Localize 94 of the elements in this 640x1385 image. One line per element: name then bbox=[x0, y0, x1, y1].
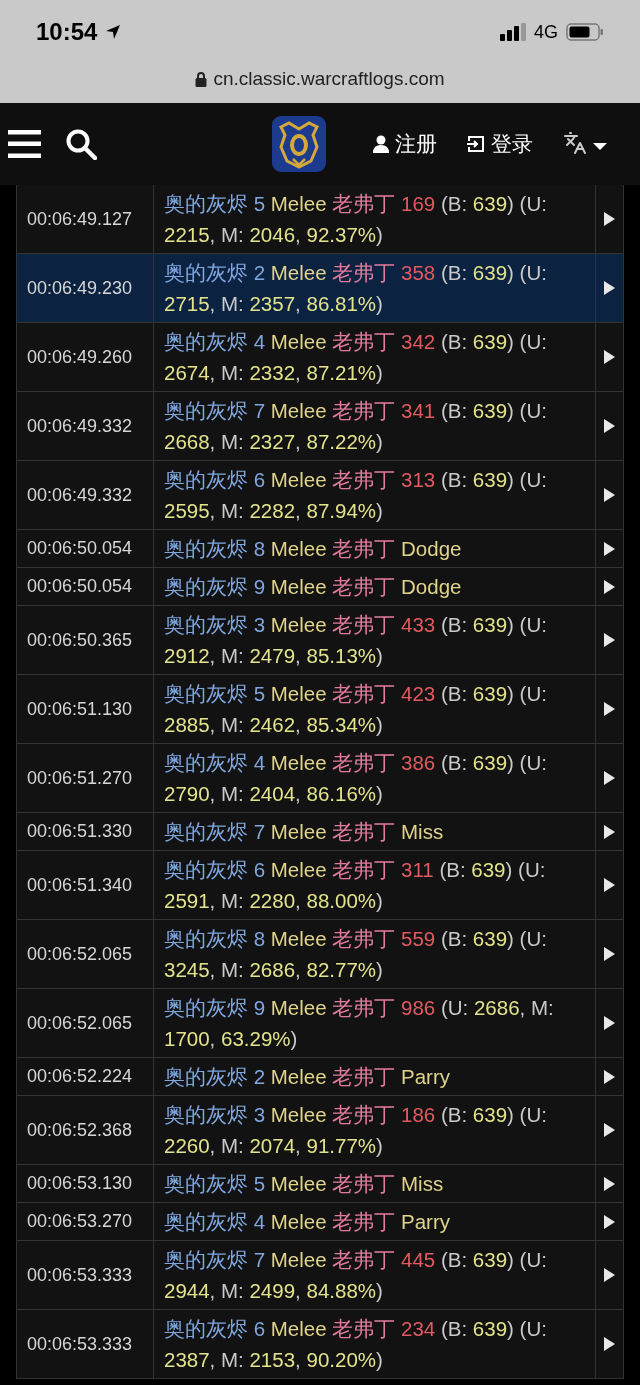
event-row[interactable]: 00:06:53.130 奥的灰烬 5 Melee 老弗丁 Miss bbox=[17, 1165, 624, 1203]
event-row[interactable]: 00:06:50.365 奥的灰烬 3 Melee 老弗丁 433 (B: 639) (U: 2912, M: 2479, 85.13%) bbox=[17, 606, 624, 675]
expand-arrow-icon[interactable] bbox=[604, 633, 615, 647]
event-row[interactable]: 00:06:53.333 奥的灰烬 7 Melee 老弗丁 445 (B: 639) (U: 2944, M: 2499, 84.88%) bbox=[17, 1241, 624, 1310]
event-time: 00:06:51.340 bbox=[17, 851, 154, 919]
event-description: 奥的灰烬 7 Melee 老弗丁 445 (B: 639) (U: 2944, M: 2499, 84.88%) bbox=[154, 1241, 596, 1309]
location-arrow-icon bbox=[105, 24, 122, 40]
event-time: 00:06:49.127 bbox=[17, 185, 154, 253]
event-time: 00:06:49.230 bbox=[17, 254, 154, 322]
expand-arrow-icon[interactable] bbox=[604, 702, 615, 716]
event-description: 奥的灰烬 5 Melee 老弗丁 169 (B: 639) (U: 2215, M: 2046, 92.37%) bbox=[154, 185, 596, 253]
event-time: 00:06:53.270 bbox=[17, 1203, 154, 1240]
expand-arrow-icon[interactable] bbox=[604, 1268, 615, 1282]
expand-arrow-icon[interactable] bbox=[604, 281, 615, 295]
expand-arrow-icon[interactable] bbox=[604, 824, 615, 839]
event-time: 00:06:52.368 bbox=[17, 1096, 154, 1164]
event-description: 奥的灰烬 6 Melee 老弗丁 313 (B: 639) (U: 2595, M: 2282, 87.94%) bbox=[154, 461, 596, 529]
clock-time: 10:54 bbox=[36, 18, 98, 46]
event-time: 00:06:52.065 bbox=[17, 920, 154, 988]
event-row[interactable]: 00:06:49.260 奥的灰烬 4 Melee 老弗丁 342 (B: 639) (U: 2674, M: 2332, 87.21%) bbox=[17, 323, 624, 392]
expand-arrow-icon[interactable] bbox=[604, 1214, 615, 1229]
event-description: 奥的灰烬 2 Melee 老弗丁 Parry bbox=[154, 1058, 596, 1095]
expand-arrow-icon[interactable] bbox=[604, 1069, 615, 1084]
event-row[interactable]: 00:06:52.065 奥的灰烬 8 Melee 老弗丁 559 (B: 639) (U: 3245, M: 2686, 82.77%) bbox=[17, 920, 624, 989]
address-url[interactable]: cn.classic.warcraftlogs.com bbox=[213, 68, 445, 90]
event-description: 奥的灰烬 6 Melee 老弗丁 234 (B: 639) (U: 2387, M: 2153, 90.20%) bbox=[154, 1310, 596, 1378]
expand-arrow-icon[interactable] bbox=[604, 350, 615, 364]
event-description: 奥的灰烬 3 Melee 老弗丁 186 (B: 639) (U: 2260, M: 2074, 91.77%) bbox=[154, 1096, 596, 1164]
event-row[interactable]: 00:06:51.330 奥的灰烬 7 Melee 老弗丁 Miss bbox=[17, 813, 624, 851]
event-row[interactable]: 00:06:51.130 奥的灰烬 5 Melee 老弗丁 423 (B: 639) (U: 2885, M: 2462, 85.34%) bbox=[17, 675, 624, 744]
expand-arrow-icon[interactable] bbox=[604, 541, 615, 556]
expand-arrow-icon[interactable] bbox=[604, 947, 615, 961]
event-description: 奥的灰烬 5 Melee 老弗丁 423 (B: 639) (U: 2885, M: 2462, 85.34%) bbox=[154, 675, 596, 743]
event-description: 奥的灰烬 9 Melee 老弗丁 Dodge bbox=[154, 568, 596, 605]
event-row[interactable]: 00:06:49.230 奥的灰烬 2 Melee 老弗丁 358 (B: 639) (U: 2715, M: 2357, 86.81%) bbox=[17, 254, 624, 323]
expand-arrow-icon[interactable] bbox=[604, 878, 615, 892]
event-row[interactable]: 00:06:51.270 奥的灰烬 4 Melee 老弗丁 386 (B: 639) (U: 2790, M: 2404, 86.16%) bbox=[17, 744, 624, 813]
event-row[interactable]: 00:06:52.224 奥的灰烬 2 Melee 老弗丁 Parry bbox=[17, 1058, 624, 1096]
menu-icon[interactable] bbox=[8, 130, 41, 158]
event-row[interactable]: 00:06:49.127 奥的灰烬 5 Melee 老弗丁 169 (B: 639) (U: 2215, M: 2046, 92.37%) bbox=[17, 185, 624, 254]
event-description: 奥的灰烬 8 Melee 老弗丁 Dodge bbox=[154, 530, 596, 567]
network-label: 4G bbox=[534, 21, 558, 43]
event-description: 奥的灰烬 8 Melee 老弗丁 559 (B: 639) (U: 3245, M: 2686, 82.77%) bbox=[154, 920, 596, 988]
battery-icon bbox=[566, 23, 604, 41]
event-row[interactable]: 00:06:49.332 奥的灰烬 7 Melee 老弗丁 341 (B: 639) (U: 2668, M: 2327, 87.22%) bbox=[17, 392, 624, 461]
event-description: 奥的灰烬 4 Melee 老弗丁 342 (B: 639) (U: 2674, M: 2332, 87.21%) bbox=[154, 323, 596, 391]
expand-arrow-icon[interactable] bbox=[604, 419, 615, 433]
event-time: 00:06:49.332 bbox=[17, 392, 154, 460]
expand-arrow-icon[interactable] bbox=[604, 1123, 615, 1137]
event-time: 00:06:51.130 bbox=[17, 675, 154, 743]
event-description: 奥的灰烬 9 Melee 老弗丁 986 (U: 2686, M: 1700, 63.29%) bbox=[154, 989, 596, 1057]
event-time: 00:06:49.260 bbox=[17, 323, 154, 391]
event-row[interactable]: 00:06:53.333 奥的灰烬 6 Melee 老弗丁 234 (B: 639) (U: 2387, M: 2153, 90.20%) bbox=[17, 1310, 624, 1379]
event-row[interactable]: 00:06:52.065 奥的灰烬 9 Melee 老弗丁 986 (U: 2686, M: 1700, 63.29%) bbox=[17, 989, 624, 1058]
event-time: 00:06:51.330 bbox=[17, 813, 154, 850]
event-time: 00:06:50.054 bbox=[17, 530, 154, 567]
expand-arrow-icon[interactable] bbox=[604, 488, 615, 502]
expand-arrow-icon[interactable] bbox=[604, 212, 615, 226]
event-row[interactable]: 00:06:50.054 奥的灰烬 8 Melee 老弗丁 Dodge bbox=[17, 530, 624, 568]
event-time: 00:06:53.333 bbox=[17, 1310, 154, 1378]
register-link[interactable]: 注册 bbox=[373, 130, 437, 158]
event-description: 奥的灰烬 3 Melee 老弗丁 433 (B: 639) (U: 2912, M: 2479, 85.13%) bbox=[154, 606, 596, 674]
user-icon bbox=[373, 135, 389, 153]
event-time: 00:06:51.270 bbox=[17, 744, 154, 812]
event-description: 奥的灰烬 4 Melee 老弗丁 386 (B: 639) (U: 2790, M: 2404, 86.16%) bbox=[154, 744, 596, 812]
event-row[interactable]: 00:06:52.368 奥的灰烬 3 Melee 老弗丁 186 (B: 639) (U: 2260, M: 2074, 91.77%) bbox=[17, 1096, 624, 1165]
search-icon[interactable] bbox=[65, 128, 97, 160]
expand-arrow-icon[interactable] bbox=[604, 771, 615, 785]
event-description: 奥的灰烬 5 Melee 老弗丁 Miss bbox=[154, 1165, 596, 1202]
expand-arrow-icon[interactable] bbox=[604, 1016, 615, 1030]
event-row[interactable]: 00:06:50.054 奥的灰烬 9 Melee 老弗丁 Dodge bbox=[17, 568, 624, 606]
expand-arrow-icon[interactable] bbox=[604, 1337, 615, 1351]
event-description: 奥的灰烬 7 Melee 老弗丁 Miss bbox=[154, 813, 596, 850]
event-row[interactable]: 00:06:49.332 奥的灰烬 6 Melee 老弗丁 313 (B: 639) (U: 2595, M: 2282, 87.94%) bbox=[17, 461, 624, 530]
event-row[interactable]: 00:06:53.270 奥的灰烬 4 Melee 老弗丁 Parry bbox=[17, 1203, 624, 1241]
event-time: 00:06:53.333 bbox=[17, 1241, 154, 1309]
signal-icon bbox=[500, 23, 526, 41]
event-description: 奥的灰烬 6 Melee 老弗丁 311 (B: 639) (U: 2591, M: 2280, 88.00%) bbox=[154, 851, 596, 919]
event-description: 奥的灰烬 4 Melee 老弗丁 Parry bbox=[154, 1203, 596, 1240]
expand-arrow-icon[interactable] bbox=[604, 1176, 615, 1191]
language-icon[interactable] bbox=[563, 131, 609, 157]
event-time: 00:06:50.365 bbox=[17, 606, 154, 674]
event-time: 00:06:52.224 bbox=[17, 1058, 154, 1095]
event-row[interactable]: 00:06:51.340 奥的灰烬 6 Melee 老弗丁 311 (B: 639) (U: 2591, M: 2280, 88.00%) bbox=[17, 851, 624, 920]
event-description: 奥的灰烬 7 Melee 老弗丁 341 (B: 639) (U: 2668, M: 2327, 87.22%) bbox=[154, 392, 596, 460]
login-icon bbox=[467, 135, 485, 153]
event-time: 00:06:50.054 bbox=[17, 568, 154, 605]
event-description: 奥的灰烬 2 Melee 老弗丁 358 (B: 639) (U: 2715, M: 2357, 86.81%) bbox=[154, 254, 596, 322]
event-time: 00:06:52.065 bbox=[17, 989, 154, 1057]
expand-arrow-icon[interactable] bbox=[604, 579, 615, 594]
event-time: 00:06:53.130 bbox=[17, 1165, 154, 1202]
login-link[interactable]: 登录 bbox=[467, 130, 533, 158]
lock-icon bbox=[195, 71, 208, 87]
event-time: 00:06:49.332 bbox=[17, 461, 154, 529]
